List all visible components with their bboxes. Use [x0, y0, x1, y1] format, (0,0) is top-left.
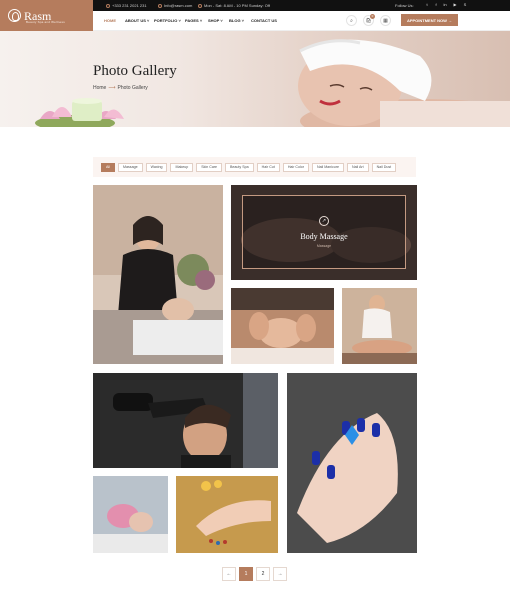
- filter-all[interactable]: All: [101, 162, 115, 172]
- nav-contact[interactable]: CONTACT US: [251, 18, 277, 23]
- cart-button[interactable]: 🛍 0: [363, 14, 375, 26]
- overlay-title: Body Massage: [300, 232, 348, 241]
- filter-waxing[interactable]: Waxing: [145, 162, 168, 172]
- pagination-page-2[interactable]: 2: [256, 567, 270, 581]
- gallery-item-hair-cut[interactable]: [93, 373, 278, 468]
- hours-info: Mon - Sat: 8 AM - 10 PM Sunday: Off: [198, 2, 270, 9]
- gallery-item-pedicure[interactable]: [176, 476, 278, 553]
- appointment-label: APPOINTMENT NOW: [406, 17, 447, 23]
- gallery-item-back-massage[interactable]: [342, 288, 417, 364]
- phone-icon: [106, 3, 110, 8]
- facebook-icon[interactable]: f: [434, 3, 438, 7]
- main-nav: HOME ABOUT US ˅ PORTFOLIO ˅ PAGES ˅ SHOP…: [93, 11, 510, 31]
- logo-icon: [8, 9, 21, 22]
- pagination-page-1[interactable]: 1: [239, 567, 253, 581]
- arrow-left-icon: ←: [226, 571, 232, 577]
- page-hero: Photo Gallery Home ⟶ Photo Gallery: [0, 31, 510, 127]
- pagination-prev[interactable]: ←: [222, 567, 236, 581]
- mail-icon: [158, 3, 162, 8]
- nav-about[interactable]: ABOUT US ˅: [125, 18, 149, 23]
- hero-image: [35, 39, 510, 127]
- spa-woman: [298, 39, 510, 127]
- filter-nail-art[interactable]: Nail Art: [346, 162, 369, 172]
- search-button[interactable]: ⌕: [346, 15, 357, 26]
- face-massage-image: [231, 288, 334, 364]
- filter-skin-care[interactable]: Skin Care: [196, 162, 223, 172]
- overlay-category: Massage: [316, 244, 332, 248]
- arrow-right-icon: ⟶: [108, 85, 116, 91]
- cart-count: 0: [370, 14, 375, 19]
- clock-icon: [198, 3, 202, 8]
- appointment-button[interactable]: APPOINTMENT NOW →: [401, 14, 458, 26]
- filter-makeup[interactable]: Makeup: [170, 162, 194, 172]
- nav-shop-label: SHOP: [208, 18, 220, 23]
- arrow-right-icon: →: [277, 571, 283, 577]
- hair-wash-image: [93, 476, 168, 553]
- nav-pages-label: PAGES: [185, 18, 199, 23]
- nail-art-image: [287, 373, 417, 553]
- gallery-item-facial[interactable]: [93, 185, 223, 364]
- email-info[interactable]: Info@rasm.com: [158, 2, 192, 9]
- phone-info[interactable]: +333 231 2021 231: [106, 2, 147, 9]
- search-icon: ⌕: [350, 17, 353, 24]
- lotus-decoration: [35, 98, 124, 127]
- filter-nail-manicure[interactable]: Nail Manicure: [312, 162, 344, 172]
- nav-pages[interactable]: PAGES ˅: [185, 18, 202, 23]
- gallery-filter-bar: All Massage Waxing Makeup Skin Care Beau…: [93, 157, 416, 177]
- gallery-hover-overlay[interactable]: ↗ Body Massage Massage: [242, 195, 406, 269]
- back-massage-image: [342, 288, 417, 364]
- gallery-item-face-massage[interactable]: [231, 288, 334, 364]
- filter-beauty-spa[interactable]: Beauty Spa: [225, 162, 254, 172]
- twitter-icon[interactable]: t: [425, 3, 429, 7]
- youtube-icon[interactable]: ▶: [453, 3, 457, 7]
- gallery-item-hair-wash[interactable]: [93, 476, 168, 553]
- filter-hair-color[interactable]: Hair Color: [282, 162, 309, 172]
- link-arrow-icon[interactable]: ↗: [319, 216, 329, 226]
- facial-treatment-image: [93, 185, 223, 364]
- gallery-item-nail-art[interactable]: [287, 373, 417, 553]
- hair-cut-image: [93, 373, 278, 468]
- phone-text: +333 231 2021 231: [112, 3, 147, 8]
- breadcrumb-current: Photo Gallery: [117, 85, 148, 91]
- skype-icon[interactable]: S: [463, 3, 467, 7]
- breadcrumb: Home ⟶ Photo Gallery: [93, 85, 148, 91]
- pedicure-image: [176, 476, 278, 553]
- pagination-next[interactable]: →: [273, 567, 287, 581]
- menu-button[interactable]: ▦: [380, 15, 391, 26]
- nav-portfolio[interactable]: PORTFOLIO ˅: [154, 18, 181, 23]
- nav-blog[interactable]: BLOG ˅: [229, 18, 244, 23]
- filter-nail-dust[interactable]: Nail Dust: [371, 162, 397, 172]
- nav-blog-label: BLOG: [229, 18, 241, 23]
- filter-massage[interactable]: Massage: [118, 162, 143, 172]
- hours-text: Mon - Sat: 8 AM - 10 PM Sunday: Off: [204, 3, 270, 8]
- email-text: Info@rasm.com: [164, 3, 193, 8]
- grid-menu-icon: ▦: [383, 17, 388, 24]
- nav-portfolio-label: PORTFOLIO: [154, 18, 178, 23]
- filter-hair-cut[interactable]: Hair Cut: [256, 162, 280, 172]
- brand-tagline: Beauty Spa and Wellness: [26, 20, 65, 24]
- follow-label: Follow Us:: [395, 3, 414, 8]
- nav-home[interactable]: HOME: [104, 18, 116, 23]
- nav-shop[interactable]: SHOP ˅: [208, 18, 223, 23]
- linkedin-icon[interactable]: in: [443, 3, 447, 7]
- nav-about-label: ABOUT US: [125, 18, 146, 23]
- breadcrumb-home[interactable]: Home: [93, 85, 106, 91]
- logo[interactable]: Rasm Beauty Spa and Wellness: [0, 0, 93, 31]
- page-title: Photo Gallery: [93, 63, 177, 79]
